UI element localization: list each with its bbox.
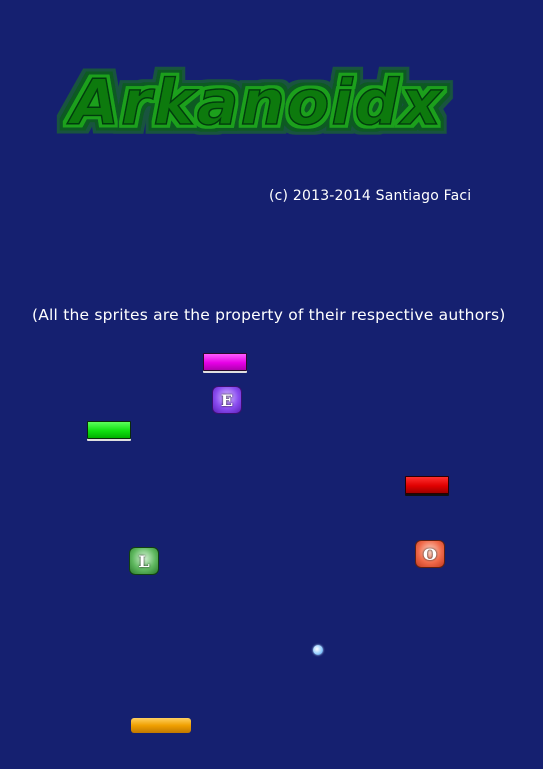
brick-magenta [203,353,247,371]
brick-red [405,476,449,494]
game-logo: Arkanoidx [65,65,443,140]
copyright-text: (c) 2013-2014 Santiago Faci [269,188,472,204]
brick-green [87,421,131,439]
powerup-o-letter: O [423,544,437,564]
sprites-notice: (All the sprites are the property of the… [32,306,506,324]
powerup-e-letter: E [220,390,234,410]
ball [313,645,323,655]
powerup-l-letter: L [138,551,150,571]
player-paddle[interactable] [131,718,191,733]
game-title: Arkanoidx [66,66,443,139]
powerup-l-capsule: L [129,547,159,575]
powerup-e-capsule: E [212,386,242,414]
powerup-o-capsule: O [415,540,445,568]
